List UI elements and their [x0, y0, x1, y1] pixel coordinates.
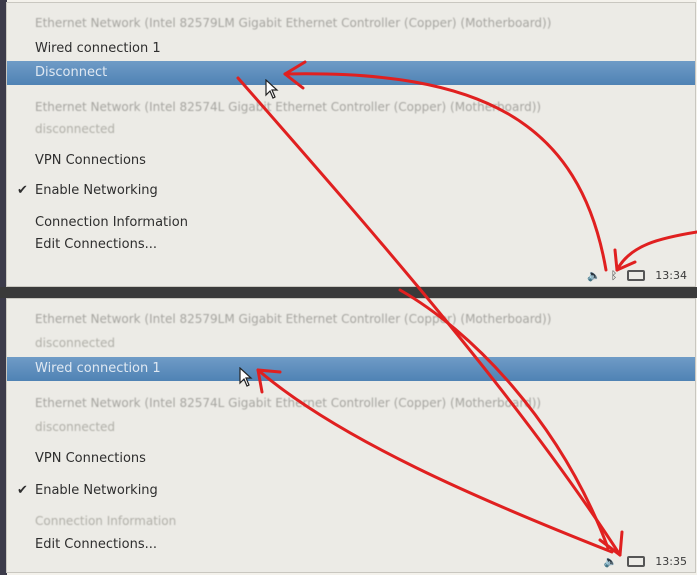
connection-information-item[interactable]: Connection Information [7, 211, 695, 235]
second-ethernet-status: disconnected [35, 420, 116, 434]
bluetooth-icon[interactable]: ᛒ [611, 269, 618, 282]
ethernet-status: disconnected [35, 336, 116, 350]
second-ethernet-header: Ethernet Network (Intel 82574L Gigabit E… [35, 396, 542, 410]
speaker-icon[interactable]: 🔈 [587, 269, 601, 282]
wired-connection-item[interactable]: Wired connection 1 [7, 357, 695, 381]
ethernet-network-header: Ethernet Network (Intel 82579LM Gigabit … [35, 16, 552, 30]
mouse-cursor-icon [239, 367, 253, 387]
screenshot-stage: Ethernet Network (Intel 82579LM Gigabit … [0, 0, 697, 575]
system-tray-bottom: 🔈 13:35 [604, 551, 687, 571]
connection-information-item[interactable]: Connection Information [7, 509, 695, 533]
second-ethernet-header: Ethernet Network (Intel 82574L Gigabit E… [35, 100, 542, 114]
second-ethernet-status: disconnected [35, 122, 116, 136]
clock-time[interactable]: 13:34 [655, 269, 687, 282]
disconnect-item[interactable]: Disconnect [7, 61, 695, 85]
vpn-connections-item[interactable]: VPN Connections [7, 447, 695, 471]
network-menu-bottom: Ethernet Network (Intel 82579LM Gigabit … [6, 298, 696, 573]
screenshot-divider [0, 287, 697, 298]
wired-connection-item[interactable]: Wired connection 1 [7, 37, 695, 61]
mouse-cursor-icon [265, 79, 279, 99]
checkmark-icon: ✔ [17, 183, 28, 198]
enable-networking-label: Enable Networking [35, 183, 158, 198]
clock-time[interactable]: 13:35 [655, 555, 687, 568]
checkmark-icon: ✔ [17, 483, 28, 498]
network-menu-top: Ethernet Network (Intel 82579LM Gigabit … [6, 2, 696, 287]
enable-networking-label: Enable Networking [35, 483, 158, 498]
edit-connections-item[interactable]: Edit Connections... [7, 233, 695, 257]
speaker-icon[interactable]: 🔈 [604, 555, 618, 568]
system-tray-top: 🔈 ᛒ 13:34 [587, 265, 687, 285]
enable-networking-item[interactable]: ✔ Enable Networking [7, 479, 695, 503]
enable-networking-item[interactable]: ✔ Enable Networking [7, 179, 695, 203]
ethernet-network-header: Ethernet Network (Intel 82579LM Gigabit … [35, 312, 552, 326]
network-icon[interactable] [627, 269, 646, 281]
vpn-connections-item[interactable]: VPN Connections [7, 149, 695, 173]
edit-connections-item[interactable]: Edit Connections... [7, 533, 695, 557]
network-icon[interactable] [627, 555, 646, 567]
